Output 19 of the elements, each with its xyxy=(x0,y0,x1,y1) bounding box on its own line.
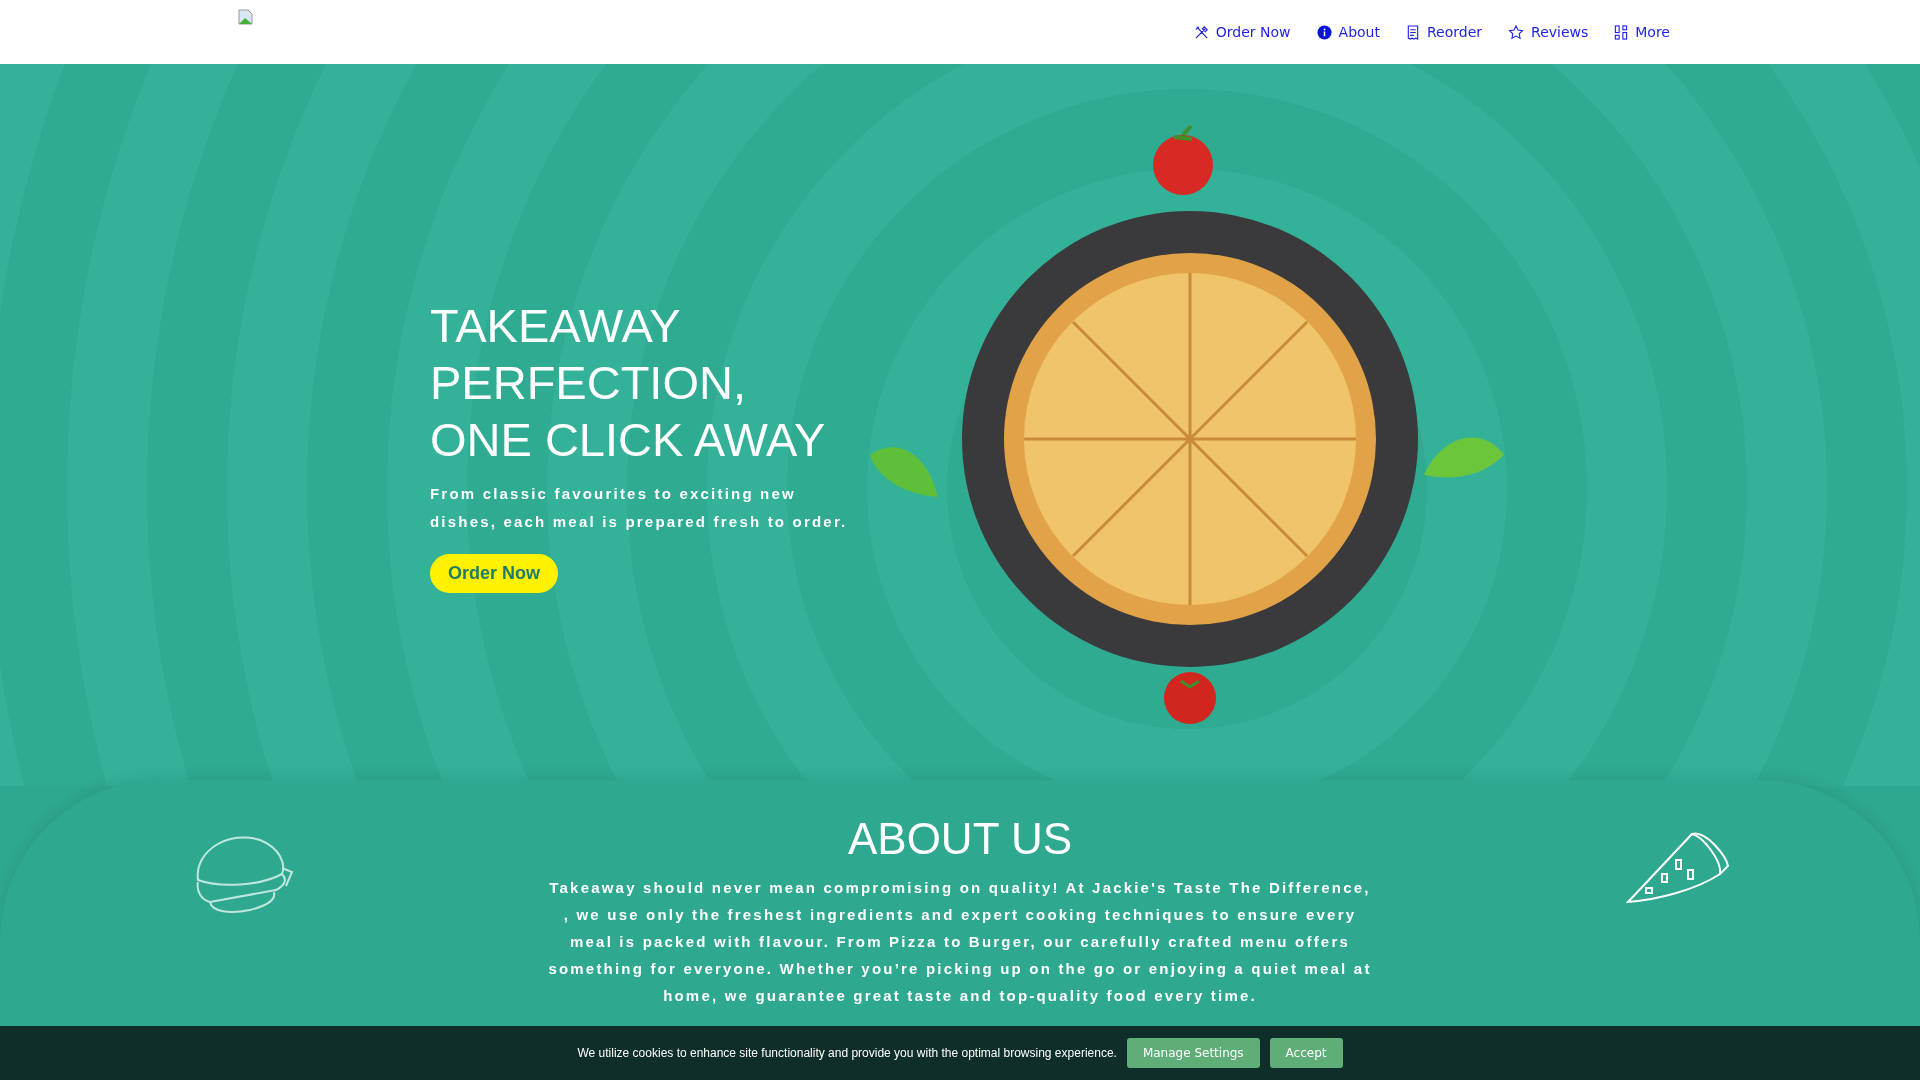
cookie-text: We utilize cookies to enhance site functionality and provide you with the optimal browsing experience. xyxy=(577,1046,1117,1060)
about-title: ABOUT US xyxy=(847,814,1073,864)
nav-link[interactable]: Order Now xyxy=(1193,24,1291,40)
star-icon xyxy=(1508,24,1525,40)
tomato-drawing xyxy=(1163,671,1217,725)
order-now-button[interactable]: Order Now xyxy=(430,554,558,593)
nav-link[interactable]: About xyxy=(1316,24,1380,40)
nav-link[interactable]: Reorder xyxy=(1406,24,1483,40)
tomato-drawing xyxy=(1150,125,1216,197)
grid-icon xyxy=(1614,24,1629,40)
info-icon xyxy=(1316,24,1332,40)
broken-image-icon xyxy=(238,9,254,25)
nav-link[interactable]: Reviews xyxy=(1508,24,1589,40)
nav-link[interactable]: More xyxy=(1614,24,1670,40)
hero-text: From classic favourites to exciting new dishes, each meal is prepared fresh to order. xyxy=(430,484,849,532)
hero-title: TAKEAWAY PERFECTION, ONE CLICK AWAY xyxy=(430,298,827,468)
about-text: Takeaway should never mean compromising on quality! At Jackie's Taste The Difference, , we use only the freshest ingredients and expert cooking techniques to ensure every meal is packed with flavour. From Pizza to Burger, our carefully crafted menu offers something for everyone. Whether you’re picking up on the go or enjoying a quiet meal at home, we guarantee great taste and top-quality food every time. xyxy=(547,878,1373,1006)
receipt-icon xyxy=(1406,24,1420,40)
utensils-icon xyxy=(1193,24,1209,40)
